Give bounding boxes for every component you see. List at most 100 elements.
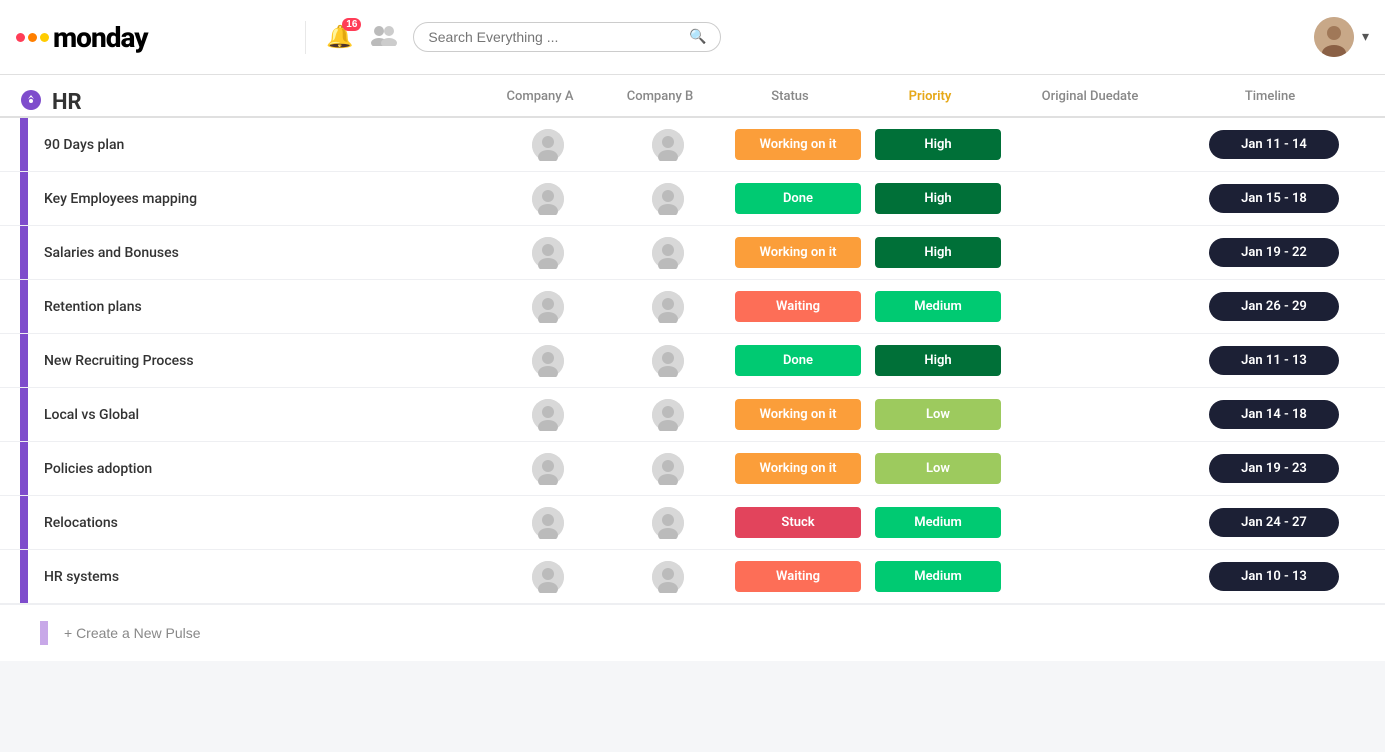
row-timeline-cell[interactable]: Jan 26 - 29 bbox=[1188, 292, 1368, 321]
row-company-b-avatar[interactable] bbox=[608, 561, 728, 593]
table-row[interactable]: Key Employees mapping Done High Jan 15 -… bbox=[0, 172, 1385, 226]
status-badge: Done bbox=[735, 183, 861, 214]
notifications-button[interactable]: 🔔 16 bbox=[326, 24, 353, 50]
priority-badge: Low bbox=[875, 399, 1001, 430]
table-row[interactable]: 90 Days plan Working on it High Jan 11 -… bbox=[0, 118, 1385, 172]
row-company-a-avatar[interactable] bbox=[488, 129, 608, 161]
row-company-a-avatar[interactable] bbox=[488, 453, 608, 485]
status-badge: Working on it bbox=[735, 453, 861, 484]
priority-badge: High bbox=[875, 183, 1001, 214]
row-priority-cell[interactable]: High bbox=[868, 233, 1008, 272]
avatar-icon bbox=[532, 291, 564, 323]
row-status-cell[interactable]: Waiting bbox=[728, 557, 868, 596]
avatar-icon bbox=[652, 453, 684, 485]
row-company-a-avatar[interactable] bbox=[488, 507, 608, 539]
row-status-cell[interactable]: Done bbox=[728, 341, 868, 380]
row-status-cell[interactable]: Waiting bbox=[728, 287, 868, 326]
row-timeline-cell[interactable]: Jan 19 - 23 bbox=[1188, 454, 1368, 483]
row-company-b-avatar[interactable] bbox=[608, 237, 728, 269]
table-row[interactable]: Retention plans Waiting Medium Jan 26 - … bbox=[0, 280, 1385, 334]
row-task-name: Salaries and Bonuses bbox=[28, 235, 488, 271]
row-priority-cell[interactable]: Low bbox=[868, 449, 1008, 488]
logo-dot-red bbox=[16, 33, 25, 42]
row-status-cell[interactable]: Done bbox=[728, 179, 868, 218]
row-company-b-avatar[interactable] bbox=[608, 345, 728, 377]
row-company-a-avatar[interactable] bbox=[488, 237, 608, 269]
row-priority-cell[interactable]: Medium bbox=[868, 557, 1008, 596]
row-priority-cell[interactable]: High bbox=[868, 341, 1008, 380]
app-header: monday 🔔 16 🔍 ▾ bbox=[0, 0, 1385, 75]
board-title-area: HR bbox=[20, 89, 480, 116]
row-company-b-avatar[interactable] bbox=[608, 507, 728, 539]
row-status-cell[interactable]: Working on it bbox=[728, 395, 868, 434]
create-pulse-indent bbox=[40, 621, 48, 645]
row-company-a-avatar[interactable] bbox=[488, 291, 608, 323]
search-input[interactable] bbox=[428, 29, 681, 45]
row-task-name: Key Employees mapping bbox=[28, 181, 488, 217]
row-timeline-cell[interactable]: Jan 15 - 18 bbox=[1188, 184, 1368, 213]
row-company-a-avatar[interactable] bbox=[488, 399, 608, 431]
row-company-a-avatar[interactable] bbox=[488, 183, 608, 215]
priority-badge: Medium bbox=[875, 561, 1001, 592]
search-icon: 🔍 bbox=[689, 29, 706, 45]
row-color-bar bbox=[20, 226, 28, 279]
priority-badge: High bbox=[875, 237, 1001, 268]
search-bar[interactable]: 🔍 bbox=[413, 22, 721, 52]
team-button[interactable] bbox=[369, 22, 397, 53]
row-status-cell[interactable]: Working on it bbox=[728, 125, 868, 164]
row-priority-cell[interactable]: Medium bbox=[868, 503, 1008, 542]
status-badge: Working on it bbox=[735, 237, 861, 268]
row-timeline-cell[interactable]: Jan 11 - 13 bbox=[1188, 346, 1368, 375]
row-timeline-cell[interactable]: Jan 10 - 13 bbox=[1188, 562, 1368, 591]
row-company-b-avatar[interactable] bbox=[608, 453, 728, 485]
avatar[interactable] bbox=[1314, 17, 1354, 57]
avatar-icon bbox=[532, 399, 564, 431]
row-color-bar bbox=[20, 442, 28, 495]
chevron-down-icon[interactable]: ▾ bbox=[1362, 29, 1369, 45]
avatar-icon bbox=[652, 561, 684, 593]
row-company-b-avatar[interactable] bbox=[608, 183, 728, 215]
table-row[interactable]: Local vs Global Working on it Low Jan 14… bbox=[0, 388, 1385, 442]
row-company-b-avatar[interactable] bbox=[608, 399, 728, 431]
row-color-bar bbox=[20, 388, 28, 441]
row-task-name: Local vs Global bbox=[28, 397, 488, 433]
avatar-icon bbox=[652, 507, 684, 539]
row-company-b-avatar[interactable] bbox=[608, 129, 728, 161]
avatar-icon bbox=[532, 237, 564, 269]
row-priority-cell[interactable]: Low bbox=[868, 395, 1008, 434]
avatar-icon bbox=[652, 237, 684, 269]
priority-badge: High bbox=[875, 345, 1001, 376]
logo-area: monday bbox=[16, 21, 306, 54]
avatar-icon bbox=[532, 129, 564, 161]
row-timeline-cell[interactable]: Jan 14 - 18 bbox=[1188, 400, 1368, 429]
create-pulse-button[interactable]: + Create a New Pulse bbox=[64, 625, 201, 641]
row-company-a-avatar[interactable] bbox=[488, 345, 608, 377]
col-header-company-b: Company B bbox=[600, 89, 720, 116]
row-company-a-avatar[interactable] bbox=[488, 561, 608, 593]
row-company-b-avatar[interactable] bbox=[608, 291, 728, 323]
table-row[interactable]: New Recruiting Process Done High Jan 11 … bbox=[0, 334, 1385, 388]
row-status-cell[interactable]: Working on it bbox=[728, 233, 868, 272]
header-right: ▾ bbox=[1314, 17, 1369, 57]
table-row[interactable]: Policies adoption Working on it Low Jan … bbox=[0, 442, 1385, 496]
row-timeline-cell[interactable]: Jan 11 - 14 bbox=[1188, 130, 1368, 159]
avatar-icon bbox=[652, 129, 684, 161]
row-priority-cell[interactable]: High bbox=[868, 125, 1008, 164]
timeline-badge: Jan 15 - 18 bbox=[1209, 184, 1339, 213]
row-status-cell[interactable]: Stuck bbox=[728, 503, 868, 542]
table-row[interactable]: Relocations Stuck Medium Jan 24 - 27 bbox=[0, 496, 1385, 550]
col-header-priority: Priority bbox=[860, 89, 1000, 116]
table-row[interactable]: HR systems Waiting Medium Jan 10 - 13 bbox=[0, 550, 1385, 604]
row-timeline-cell[interactable]: Jan 19 - 22 bbox=[1188, 238, 1368, 267]
row-timeline-cell[interactable]: Jan 24 - 27 bbox=[1188, 508, 1368, 537]
status-badge: Waiting bbox=[735, 291, 861, 322]
logo-dot-yellow bbox=[40, 33, 49, 42]
timeline-badge: Jan 11 - 14 bbox=[1209, 130, 1339, 159]
header-actions: 🔔 16 🔍 bbox=[306, 22, 1314, 53]
board-title: HR bbox=[52, 90, 82, 115]
row-priority-cell[interactable]: High bbox=[868, 179, 1008, 218]
timeline-badge: Jan 14 - 18 bbox=[1209, 400, 1339, 429]
row-priority-cell[interactable]: Medium bbox=[868, 287, 1008, 326]
table-row[interactable]: Salaries and Bonuses Working on it High … bbox=[0, 226, 1385, 280]
row-status-cell[interactable]: Working on it bbox=[728, 449, 868, 488]
